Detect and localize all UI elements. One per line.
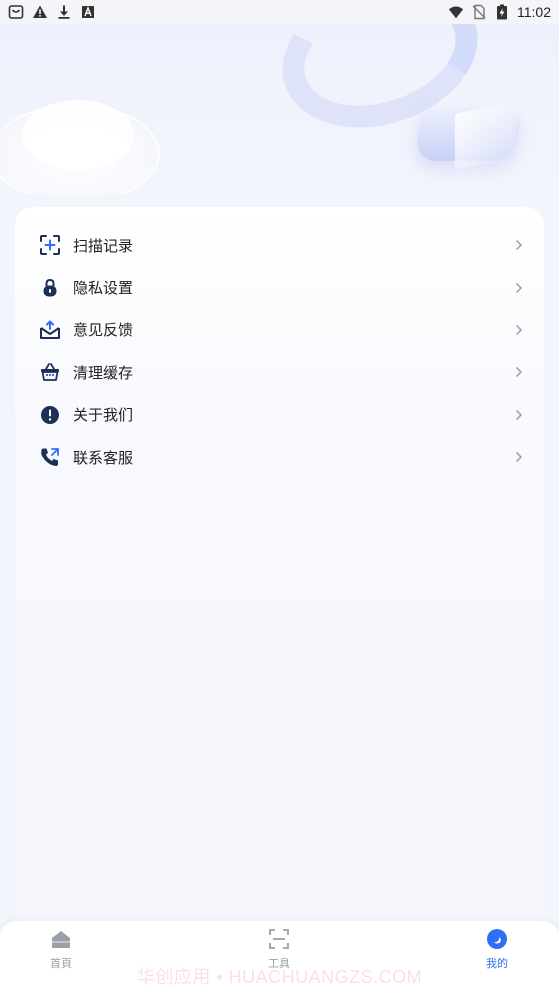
no-sim-icon — [471, 4, 487, 20]
shopping-bag-icon — [8, 4, 24, 20]
chevron-right-icon — [514, 408, 524, 422]
tab-home[interactable]: 首頁 — [31, 927, 91, 971]
font-icon — [80, 4, 96, 20]
settings-menu-list: 扫描记录 隐私设置 意见反馈 清理缓存 关于我们 联系客服 — [15, 207, 544, 478]
menu-item-label: 隐私设置 — [73, 279, 134, 298]
tab-label: 我的 — [486, 957, 508, 970]
chevron-right-icon — [514, 323, 524, 337]
tab-label: 首頁 — [50, 957, 72, 970]
menu-item-clear-cache[interactable]: 清理缓存 — [15, 351, 544, 393]
download-icon — [56, 4, 72, 20]
menu-item-scan-history[interactable]: 扫描记录 — [15, 224, 544, 266]
bottom-navigation: 首頁 工具 我的 — [0, 921, 559, 995]
menu-item-label: 意见反馈 — [73, 321, 134, 340]
profile-moon-icon — [485, 927, 509, 951]
chevron-right-icon — [514, 450, 524, 464]
battery-charging-icon — [494, 4, 510, 20]
decorative-disc — [22, 100, 134, 170]
wifi-icon — [448, 4, 464, 20]
lock-icon — [39, 277, 61, 299]
basket-icon — [39, 361, 61, 383]
tab-label: 工具 — [268, 957, 290, 970]
chevron-right-icon — [514, 365, 524, 379]
menu-item-privacy-settings[interactable]: 隐私设置 — [15, 266, 544, 308]
warning-icon — [32, 4, 48, 20]
menu-item-label: 清理缓存 — [73, 363, 134, 382]
header-background — [0, 24, 559, 194]
home-icon — [49, 927, 73, 951]
chevron-right-icon — [514, 281, 524, 295]
menu-item-label: 扫描记录 — [73, 236, 134, 255]
menu-item-contact-support[interactable]: 联系客服 — [15, 436, 544, 478]
menu-item-label: 关于我们 — [73, 406, 134, 425]
decorative-slab — [455, 102, 517, 170]
scan-frame-icon — [267, 927, 291, 951]
status-bar: 11:02 — [0, 0, 559, 24]
status-right-icons: 11:02 — [448, 4, 551, 20]
chevron-right-icon — [514, 238, 524, 252]
status-left-icons — [8, 4, 96, 20]
feedback-mail-icon — [39, 319, 61, 341]
tab-tools[interactable]: 工具 — [249, 927, 309, 971]
scan-icon — [39, 234, 61, 256]
phone-icon — [39, 446, 61, 468]
menu-item-about-us[interactable]: 关于我们 — [15, 394, 544, 436]
info-exclamation-icon — [39, 404, 61, 426]
menu-item-label: 联系客服 — [73, 448, 134, 467]
menu-item-feedback[interactable]: 意见反馈 — [15, 309, 544, 351]
status-time: 11:02 — [517, 4, 551, 20]
settings-menu-card: 扫描记录 隐私设置 意见反馈 清理缓存 关于我们 联系客服 — [15, 207, 544, 927]
tab-mine[interactable]: 我的 — [467, 927, 527, 971]
